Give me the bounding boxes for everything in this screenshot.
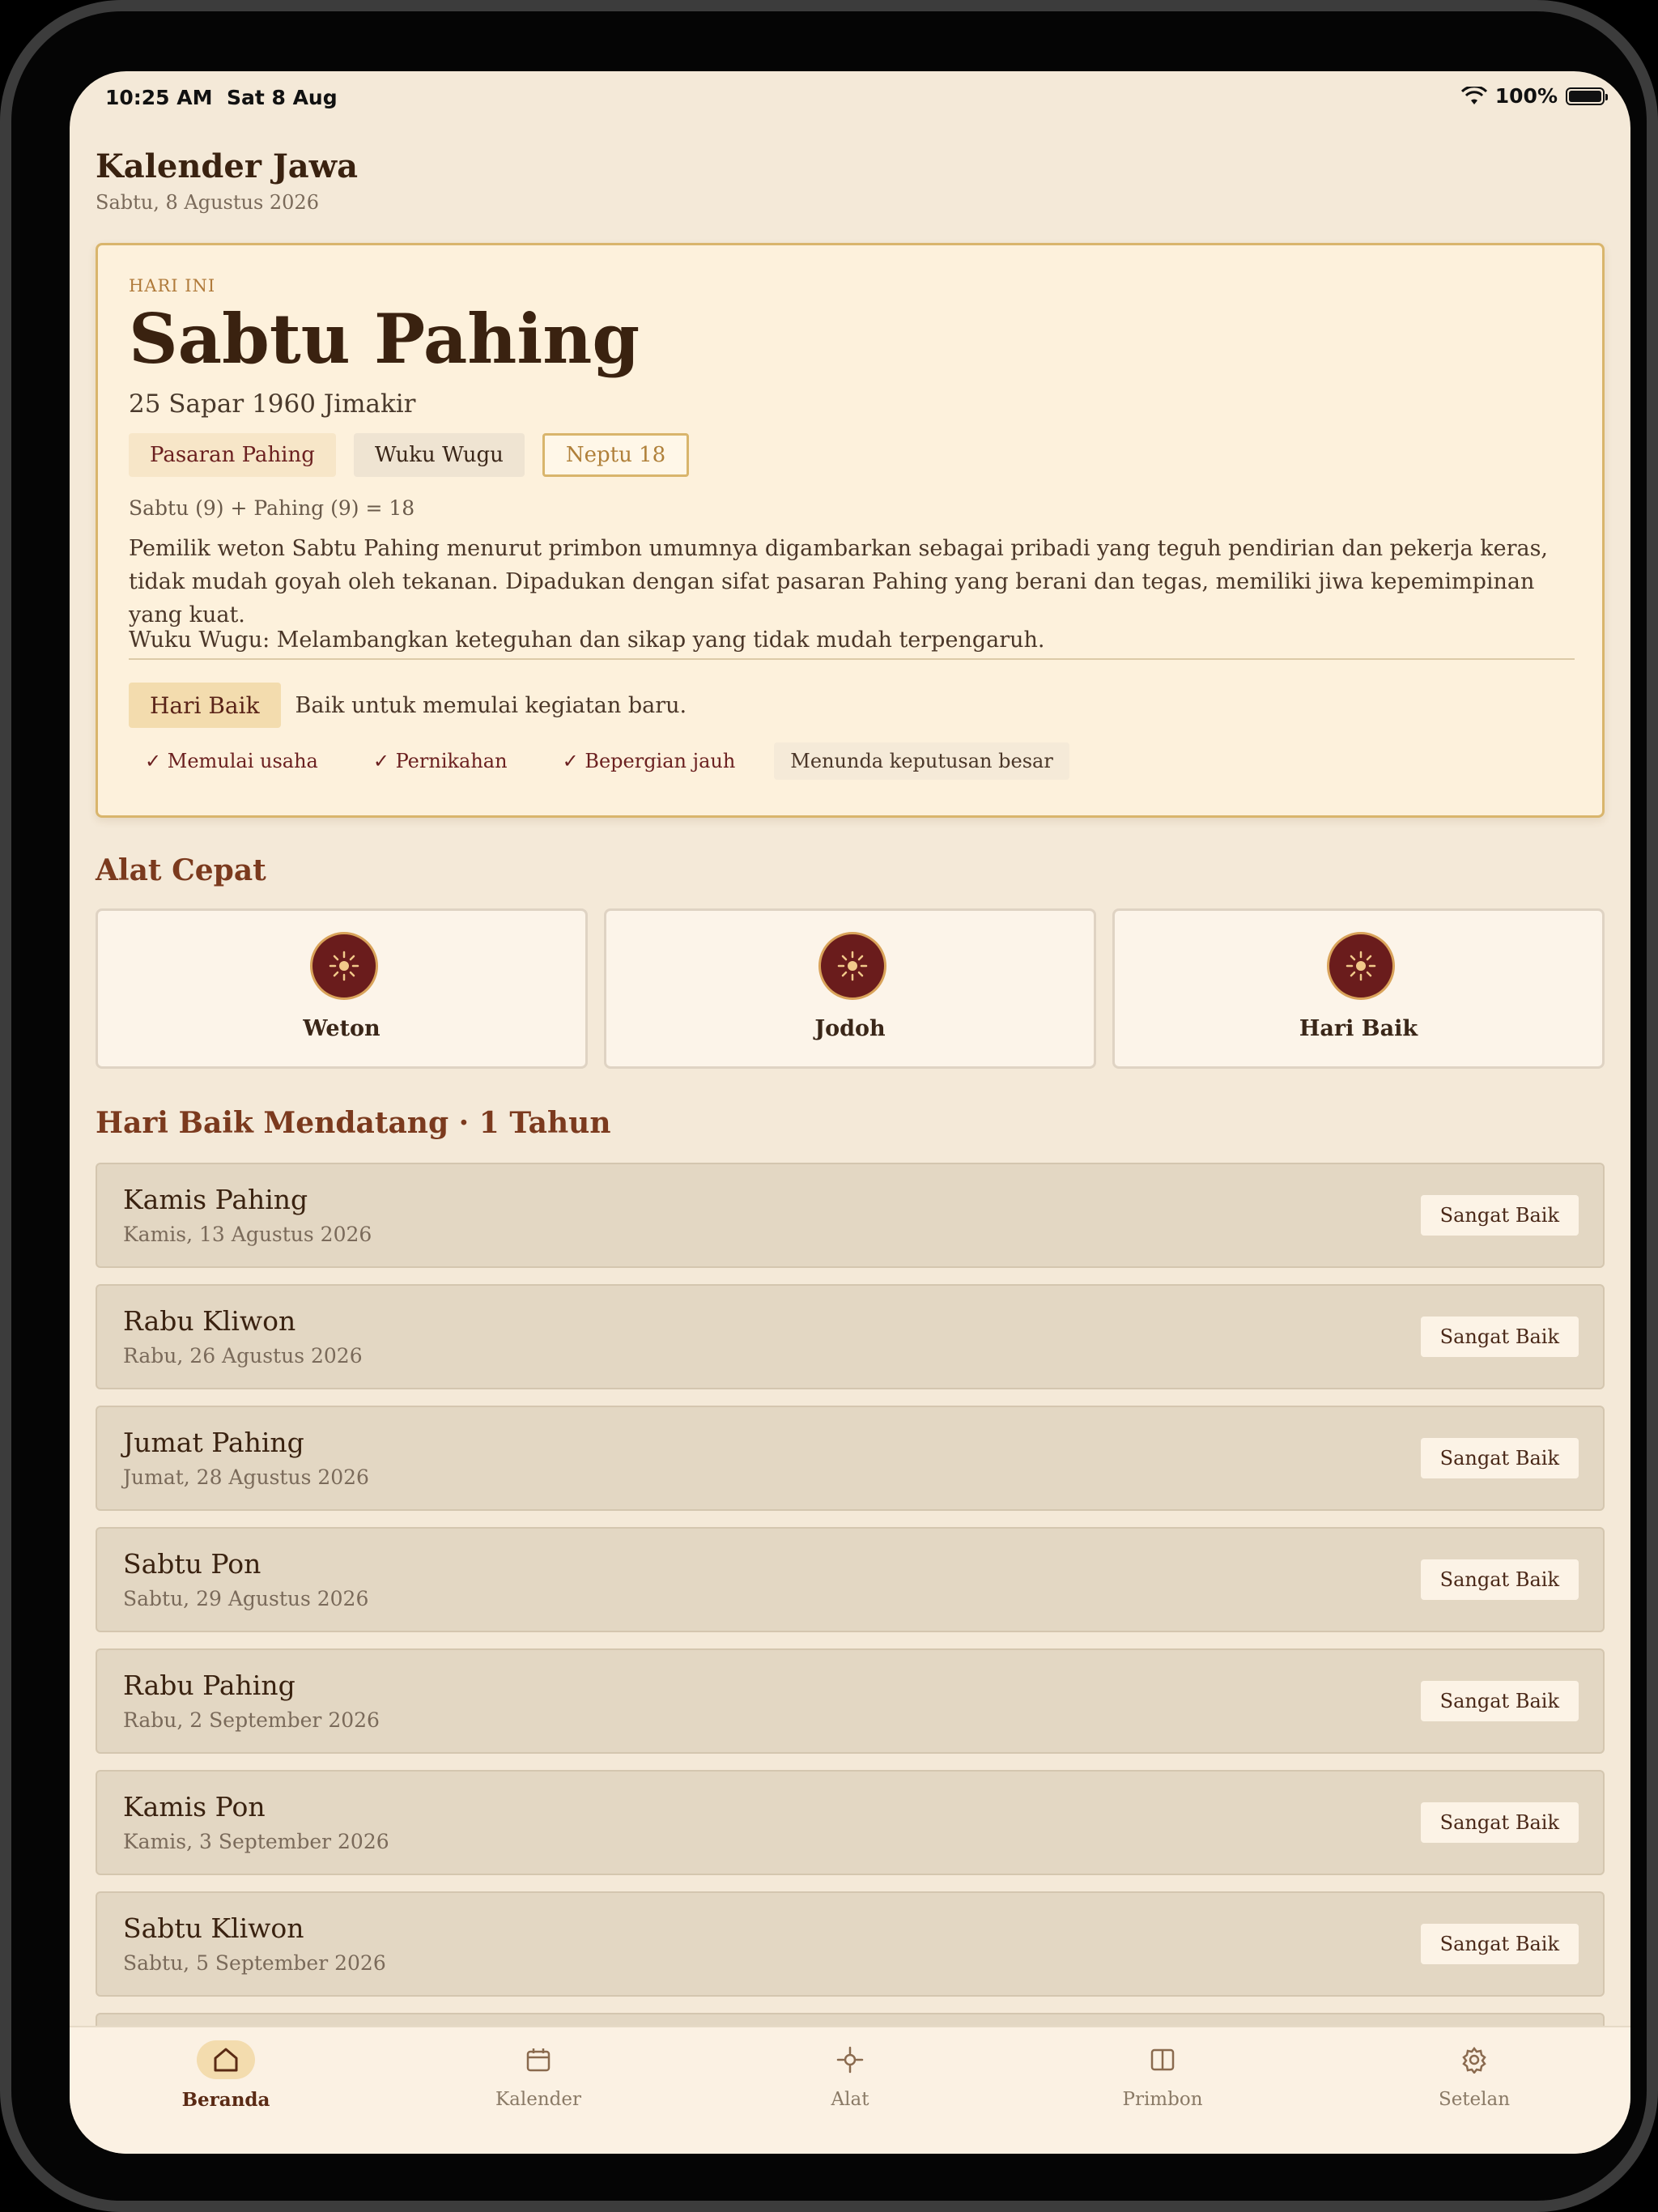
- tab-label: Kalender: [495, 2089, 581, 2110]
- page-title: Kalender Jawa: [96, 147, 359, 185]
- list-item-date: Kamis, 13 Agustus 2026: [123, 1223, 372, 1246]
- list-item-date: Sabtu, 29 Agustus 2026: [123, 1587, 369, 1610]
- list-item-name: Sabtu Pon: [123, 1548, 261, 1580]
- status-badge: Sangat Baik: [1420, 1681, 1579, 1721]
- status-badge: Sangat Baik: [1420, 1438, 1579, 1478]
- tab-bar: Beranda Kalender Alat Primbon Setelan: [70, 2026, 1630, 2154]
- status-badge: Sangat Baik: [1420, 1317, 1579, 1357]
- upcoming-list: Kamis Pahing Kamis, 13 Agustus 2026 Sang…: [96, 1163, 1605, 2134]
- list-item[interactable]: Rabu Pahing Rabu, 2 September 2026 Sanga…: [96, 1648, 1605, 1754]
- tool-label: Weton: [303, 1016, 380, 1041]
- sun-icon: [1327, 932, 1395, 1000]
- upcoming-title: Hari Baik Mendatang · 1 Tahun: [96, 1106, 611, 1140]
- home-icon: [197, 2040, 255, 2079]
- list-item[interactable]: Kamis Pahing Kamis, 13 Agustus 2026 Sang…: [96, 1163, 1605, 1268]
- list-item[interactable]: Jumat Pahing Jumat, 28 Agustus 2026 Sang…: [96, 1406, 1605, 1511]
- chip-neptu[interactable]: Neptu 18: [542, 433, 690, 477]
- status-badge: Sangat Baik: [1420, 1924, 1579, 1964]
- tab-label: Beranda: [181, 2089, 270, 2111]
- day-quality-row: Hari Baik Baik untuk memulai kegiatan ba…: [129, 683, 687, 728]
- tool-label: Jodoh: [814, 1016, 886, 1041]
- weton-description: Pemilik weton Sabtu Pahing menurut primb…: [129, 536, 1549, 627]
- today-javanese-date: 25 Sapar 1960 Jimakir: [129, 389, 416, 419]
- page-subtitle-date: Sabtu, 8 Agustus 2026: [96, 191, 319, 214]
- list-item[interactable]: Sabtu Pon Sabtu, 29 Agustus 2026 Sangat …: [96, 1527, 1605, 1632]
- activity-tag: ✓ Bepergian jauh: [562, 750, 736, 772]
- day-quality-text: Baik untuk memulai kegiatan baru.: [295, 692, 687, 718]
- device-frame: 10:25 AM Sat 8 Aug 100% Kalender Jawa Sa…: [0, 0, 1658, 2212]
- list-item-date: Kamis, 3 September 2026: [123, 1830, 389, 1853]
- gear-icon: [1445, 2040, 1503, 2079]
- tool-jodoh-button[interactable]: Jodoh: [604, 908, 1096, 1069]
- list-item-date: Sabtu, 5 September 2026: [123, 1951, 386, 1975]
- today-chips: Pasaran Pahing Wuku Wugu Neptu 18: [129, 433, 690, 477]
- divider: [129, 658, 1575, 660]
- battery-icon: [1566, 87, 1608, 105]
- tab-alat[interactable]: Alat: [694, 2027, 1006, 2125]
- list-item-name: Rabu Kliwon: [123, 1305, 296, 1337]
- chip-wuku[interactable]: Wuku Wugu: [353, 433, 525, 477]
- day-quality-badge: Hari Baik: [129, 683, 281, 728]
- tab-label: Alat: [831, 2089, 869, 2110]
- screen: 10:25 AM Sat 8 Aug 100% Kalender Jawa Sa…: [70, 71, 1630, 2154]
- activity-tag: Menunda keputusan besar: [774, 742, 1069, 780]
- list-item[interactable]: Sabtu Kliwon Sabtu, 5 September 2026 San…: [96, 1891, 1605, 1997]
- chip-pasaran[interactable]: Pasaran Pahing: [129, 433, 336, 477]
- tab-label: Primbon: [1122, 2089, 1203, 2110]
- calendar-icon: [509, 2040, 568, 2079]
- list-item-name: Jumat Pahing: [123, 1427, 304, 1458]
- tab-primbon[interactable]: Primbon: [1006, 2027, 1319, 2125]
- compass-icon: [821, 2040, 879, 2079]
- activity-tags: ✓ Memulai usaha ✓ Pernikahan ✓ Bepergian…: [129, 742, 1069, 780]
- activity-tag: ✓ Pernikahan: [372, 750, 508, 772]
- wuku-description: Wuku Wugu: Melambangkan keteguhan dan si…: [129, 627, 1045, 653]
- list-item-name: Rabu Pahing: [123, 1670, 295, 1701]
- status-badge: Sangat Baik: [1420, 1195, 1579, 1236]
- status-bar: 10:25 AM Sat 8 Aug 100%: [70, 71, 1630, 123]
- list-item-date: Jumat, 28 Agustus 2026: [123, 1465, 369, 1489]
- list-item-name: Sabtu Kliwon: [123, 1912, 304, 1944]
- status-badge: Sangat Baik: [1420, 1559, 1579, 1600]
- list-item-name: Kamis Pahing: [123, 1184, 308, 1215]
- status-badge: Sangat Baik: [1420, 1802, 1579, 1843]
- quick-tools: Weton Jodoh Hari Baik: [96, 908, 1605, 1069]
- tab-setelan[interactable]: Setelan: [1318, 2027, 1630, 2125]
- sun-icon: [818, 932, 886, 1000]
- tab-kalender[interactable]: Kalender: [382, 2027, 695, 2125]
- status-indicators: 100%: [1460, 84, 1608, 108]
- tab-beranda[interactable]: Beranda: [70, 2027, 382, 2125]
- quick-tools-title: Alat Cepat: [96, 853, 266, 887]
- activity-tag: ✓ Memulai usaha: [145, 750, 318, 772]
- sun-icon: [310, 932, 378, 1000]
- list-item-date: Rabu, 2 September 2026: [123, 1708, 380, 1732]
- neptu-formula: Sabtu (9) + Pahing (9) = 18: [129, 496, 415, 520]
- today-label: HARI INI: [129, 276, 216, 296]
- today-card[interactable]: HARI INI Sabtu Pahing 25 Sapar 1960 Jima…: [96, 243, 1605, 818]
- tool-label: Hari Baik: [1299, 1016, 1418, 1041]
- list-item[interactable]: Rabu Kliwon Rabu, 26 Agustus 2026 Sangat…: [96, 1284, 1605, 1389]
- status-time: 10:25 AM Sat 8 Aug: [105, 86, 338, 109]
- list-item-date: Rabu, 26 Agustus 2026: [123, 1344, 363, 1368]
- book-icon: [1133, 2040, 1192, 2079]
- tool-weton-button[interactable]: Weton: [96, 908, 588, 1069]
- today-title: Sabtu Pahing: [129, 299, 640, 379]
- list-item-name: Kamis Pon: [123, 1791, 266, 1823]
- wifi-icon: [1460, 86, 1487, 104]
- tool-hari-baik-button[interactable]: Hari Baik: [1112, 908, 1605, 1069]
- list-item[interactable]: Kamis Pon Kamis, 3 September 2026 Sangat…: [96, 1770, 1605, 1875]
- battery-percent: 100%: [1494, 84, 1558, 108]
- tab-label: Setelan: [1438, 2089, 1511, 2110]
